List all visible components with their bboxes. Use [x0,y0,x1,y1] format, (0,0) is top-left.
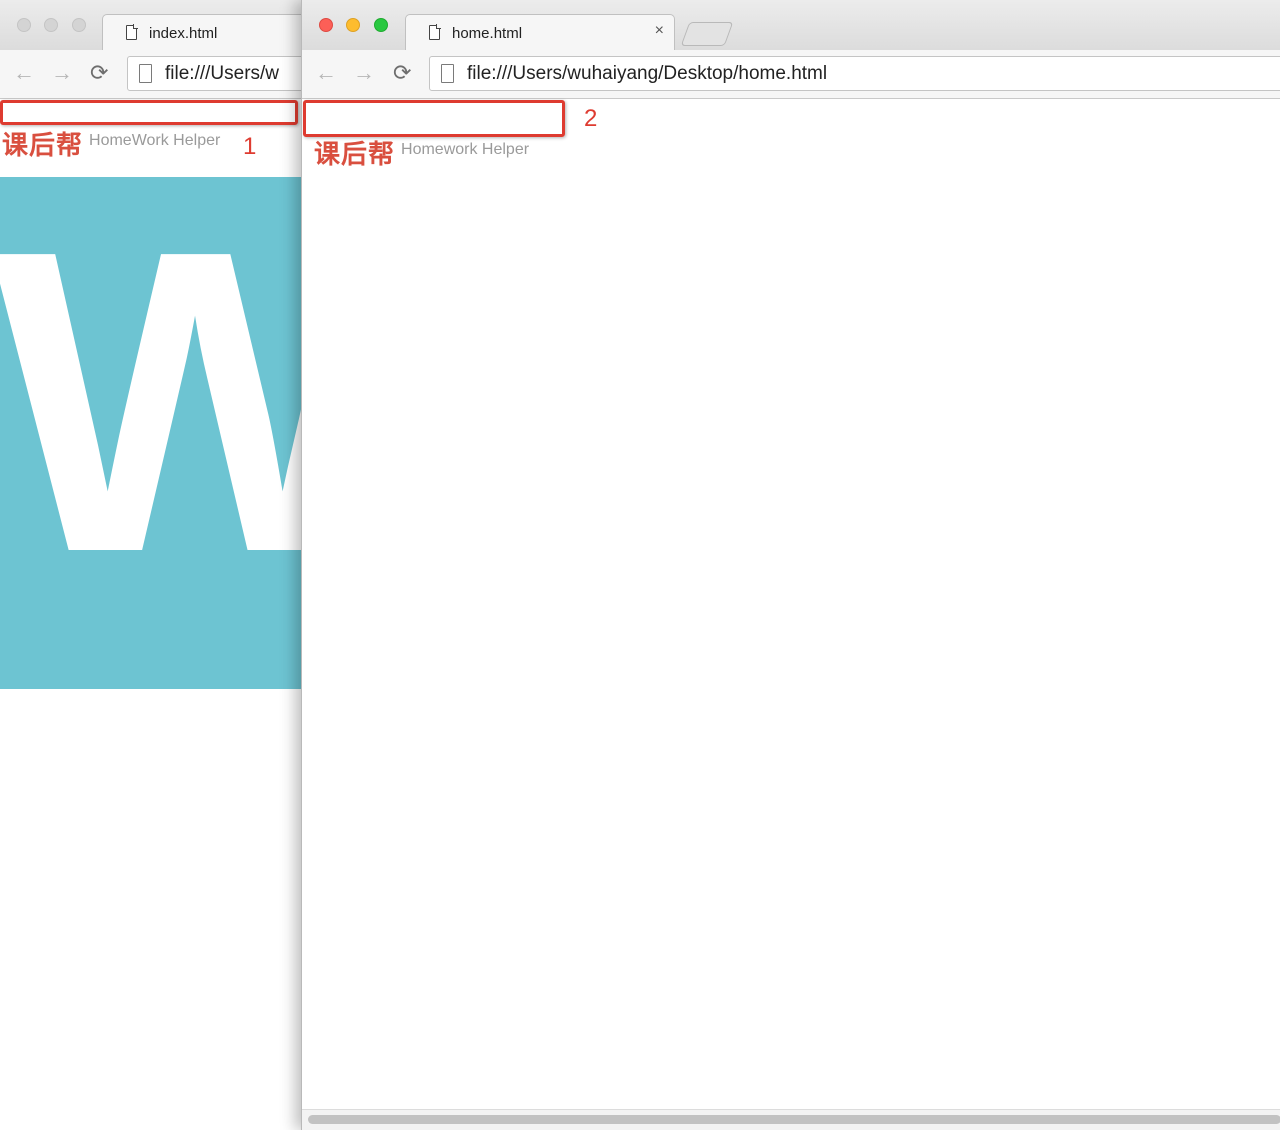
annotation-box-2 [303,100,565,137]
horizontal-scrollbar[interactable] [302,1109,1280,1130]
site-logo[interactable]: 课后帮 Homework Helper [314,134,529,171]
page-icon [429,24,441,40]
tab-title: index.html [149,25,218,42]
address-url: file:///Users/wuhaiyang/Desktop/home.htm… [467,63,828,84]
back-arrow-icon[interactable]: ← [13,62,35,84]
site-logo[interactable]: 课后帮 HomeWork Helper [2,125,220,162]
hero-text: We [0,177,302,642]
page-icon [139,64,152,83]
maximize-window-button[interactable] [72,18,86,32]
title-bar: index.html [0,0,302,51]
page-content: 2 课后帮 Homework Helper [302,99,1280,1130]
forward-arrow-icon[interactable]: → [51,62,73,84]
maximize-window-button[interactable] [374,18,388,32]
new-tab-button[interactable] [680,22,734,46]
annotation-number-1: 1 [243,133,257,160]
brand-english: HomeWork Helper [89,132,221,149]
tab-title: home.html [452,25,523,42]
hero-banner: We [0,177,302,689]
title-bar: home.html × [302,0,1280,51]
tab-index[interactable]: index.html [102,14,302,51]
brand-chinese: 课后帮 [314,140,396,170]
annotation-box-1 [0,100,298,125]
brand-english: Homework Helper [401,141,530,158]
page-icon [126,24,138,40]
page-content: 课后帮 HomeWork Helper 1 We [0,99,302,1130]
brand-chinese: 课后帮 [2,131,84,161]
browser-window-home: home.html × ← → ⟳ file:///Users/wuhaiyan… [301,0,1280,1130]
tab-home[interactable]: home.html × [405,14,675,51]
annotation-number-2: 2 [584,105,598,132]
minimize-window-button[interactable] [44,18,58,32]
browser-toolbar: ← → ⟳ file:///Users/w [0,50,302,99]
browser-toolbar: ← → ⟳ file:///Users/wuhaiyang/Desktop/ho… [302,50,1280,99]
address-url: file:///Users/w [165,63,280,84]
reload-icon[interactable]: ⟳ [90,62,108,84]
address-bar[interactable]: file:///Users/w [127,56,302,91]
close-window-button[interactable] [319,18,333,32]
scrollbar-thumb[interactable] [308,1115,1280,1124]
address-bar[interactable]: file:///Users/wuhaiyang/Desktop/home.htm… [429,56,1280,91]
page-icon [441,64,454,83]
close-window-button[interactable] [17,18,31,32]
minimize-window-button[interactable] [346,18,360,32]
browser-window-index: index.html ← → ⟳ file:///Users/w 课后帮 Home… [0,0,302,1130]
close-tab-icon[interactable]: × [655,22,664,40]
forward-arrow-icon[interactable]: → [353,62,375,84]
reload-icon[interactable]: ⟳ [393,62,411,84]
back-arrow-icon[interactable]: ← [315,62,337,84]
